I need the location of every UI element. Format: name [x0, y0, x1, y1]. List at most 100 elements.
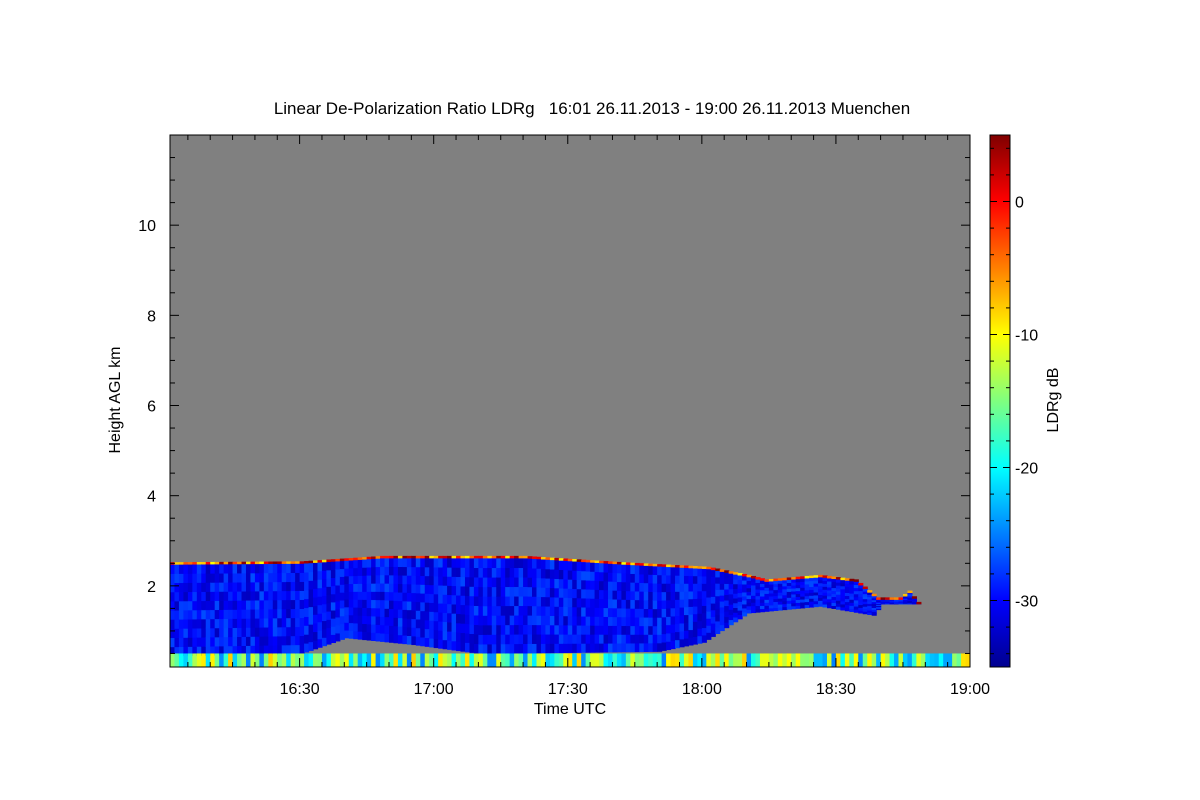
heatmap-cell	[388, 616, 395, 626]
heatmap-cell	[567, 597, 573, 608]
cloud-top-edge-cell	[205, 561, 211, 565]
heatmap-cell	[388, 633, 395, 643]
cloud-top-edge-cell	[782, 577, 788, 581]
heatmap-cell	[447, 585, 453, 596]
heatmap-cell	[286, 608, 292, 619]
heatmap-cell	[183, 573, 189, 583]
heatmap-cell	[335, 576, 341, 586]
heatmap-cell	[277, 572, 283, 583]
ground-layer-cell	[728, 653, 734, 667]
y-tick-label: 2	[147, 579, 156, 596]
heatmap-cell	[228, 600, 234, 610]
heatmap-cell	[393, 591, 399, 601]
heatmap-cell	[205, 582, 211, 592]
heatmap-cell	[460, 576, 466, 587]
heatmap-cell	[532, 633, 538, 644]
y-axis-label: Height AGL km	[107, 346, 124, 453]
cloud-top-edge-cell	[795, 576, 801, 580]
ground-layer-cell	[411, 653, 417, 667]
heatmap-cell	[666, 616, 672, 626]
heatmap-cell	[384, 583, 390, 593]
heatmap-cell	[554, 615, 560, 626]
heatmap-cell	[487, 624, 493, 635]
heatmap-cell	[205, 591, 211, 602]
heatmap-cell	[491, 615, 497, 626]
heatmap-cell	[751, 577, 757, 583]
heatmap-cell	[219, 636, 225, 647]
heatmap-cell	[683, 567, 690, 576]
heatmap-cell	[554, 633, 560, 644]
heatmap-cell	[362, 615, 368, 625]
cloud-top-edge-cell	[902, 593, 909, 597]
heatmap-cell	[241, 572, 247, 583]
ground-layer-cell	[835, 653, 841, 667]
heatmap-cell	[429, 584, 435, 595]
heatmap-cell	[183, 628, 189, 638]
heatmap-cell	[321, 570, 328, 580]
cloud-top-edge-cell	[759, 578, 766, 581]
cloud-top-edge-cell	[885, 597, 891, 600]
ground-layer-cell	[701, 653, 707, 667]
heatmap-cell	[326, 611, 332, 620]
heatmap-cell	[393, 617, 399, 627]
heatmap-cell	[532, 577, 538, 588]
heatmap-cell	[639, 573, 645, 584]
ground-layer-cell	[880, 653, 886, 667]
heatmap-cell	[174, 573, 180, 584]
heatmap-cell	[487, 605, 493, 616]
heatmap-cell	[509, 557, 515, 569]
heatmap-cell	[241, 609, 247, 619]
heatmap-cell	[178, 582, 185, 593]
heatmap-cell	[634, 573, 640, 583]
heatmap-cell	[219, 572, 225, 583]
heatmap-cell	[362, 575, 368, 584]
heatmap-cell	[599, 625, 605, 635]
heatmap-cell	[384, 633, 390, 643]
colorbar-label: LDRg dB	[1045, 368, 1062, 433]
ground-layer-cell	[885, 653, 891, 667]
heatmap-cell	[366, 566, 372, 576]
heatmap-cell	[210, 573, 216, 583]
heatmap-cell	[527, 614, 533, 626]
heatmap-cell	[473, 614, 479, 625]
cloud-top-edge-cell	[657, 564, 663, 567]
heatmap-cell	[724, 572, 730, 579]
heatmap-cell	[478, 557, 484, 569]
heatmap-cell	[308, 562, 314, 573]
heatmap-cell	[304, 634, 310, 644]
heatmap-cell	[451, 622, 457, 633]
heatmap-cell	[607, 607, 614, 618]
heatmap-cell	[201, 582, 207, 592]
heatmap-cell	[456, 641, 462, 652]
heatmap-cell	[451, 594, 457, 605]
heatmap-cell	[482, 567, 488, 578]
heatmap-cell	[612, 572, 618, 582]
heatmap-cell	[679, 614, 685, 624]
cloud-top-edge-cell	[201, 561, 207, 565]
heatmap-cell	[679, 567, 685, 576]
heatmap-cell	[237, 563, 243, 574]
heatmap-cell	[540, 615, 547, 626]
heatmap-cell	[692, 628, 698, 638]
heatmap-cell	[675, 599, 681, 608]
heatmap-cell	[286, 563, 292, 574]
heatmap-cell	[424, 637, 430, 647]
heatmap-cell	[263, 572, 269, 583]
ground-layer-cell	[925, 653, 931, 667]
heatmap-cell	[174, 591, 180, 602]
ground-layer-cell	[733, 653, 739, 667]
heatmap-cell	[639, 634, 645, 644]
heatmap-cell	[232, 572, 238, 583]
heatmap-cell	[456, 576, 462, 587]
heatmap-cell	[657, 634, 663, 644]
heatmap-cell	[330, 618, 336, 627]
heatmap-cell	[532, 605, 538, 616]
x-axis-label: Time UTC	[534, 701, 606, 718]
cloud-top-edge-cell	[688, 565, 694, 569]
heatmap-cell	[746, 584, 752, 589]
heatmap-cell	[438, 612, 444, 622]
heatmap-cell	[540, 568, 547, 579]
heatmap-cell	[590, 625, 596, 635]
heatmap-cell	[473, 643, 479, 654]
heatmap-cell	[572, 579, 578, 590]
